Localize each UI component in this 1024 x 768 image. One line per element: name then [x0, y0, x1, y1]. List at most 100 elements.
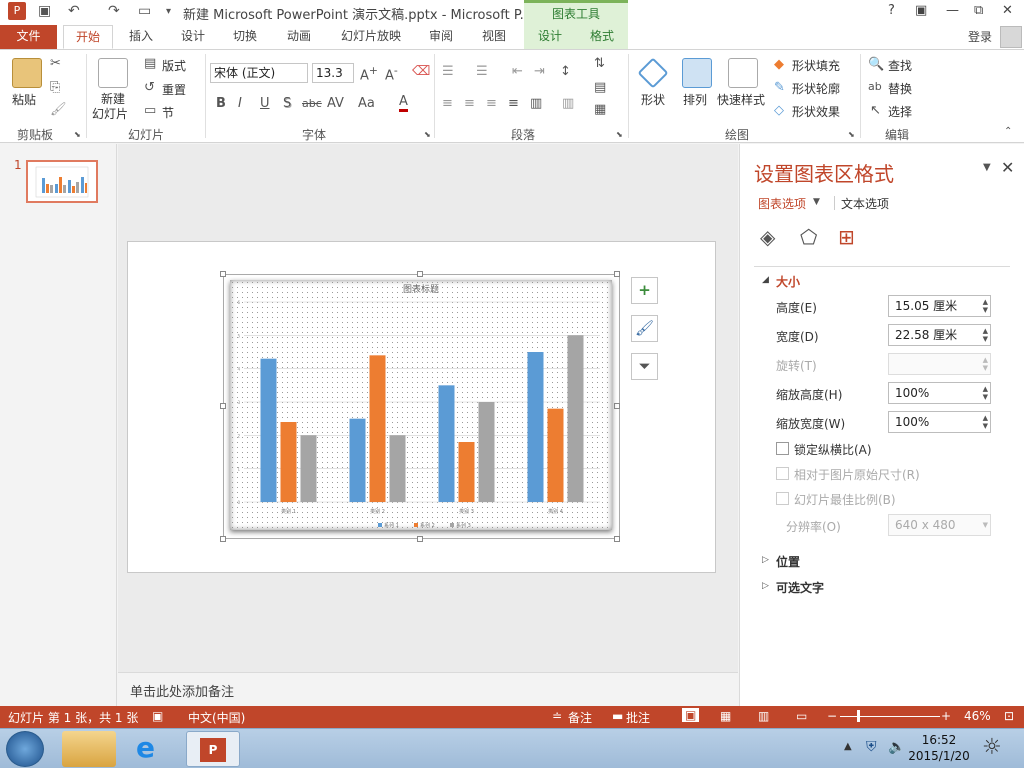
zoom-level[interactable]: 46%	[964, 709, 991, 723]
zoom-in-icon[interactable]: +	[941, 709, 951, 723]
powerpoint-logo-icon[interactable]: P	[8, 2, 26, 20]
tab-chart-options[interactable]: 图表选项	[758, 195, 806, 212]
format-painter-icon[interactable]: 🖌	[50, 102, 67, 117]
minimize-button[interactable]: —	[946, 3, 959, 18]
powerpoint-taskbar-icon[interactable]: P	[186, 731, 240, 767]
normal-view-icon[interactable]: ▣	[682, 708, 700, 722]
shapes-icon[interactable]	[637, 57, 669, 89]
tab-review[interactable]: 审阅	[420, 25, 462, 49]
spin-down-icon[interactable]: ▼	[983, 307, 988, 314]
tab-text-options[interactable]: 文本选项	[841, 195, 889, 212]
font-color-button[interactable]: A	[399, 95, 408, 112]
font-launcher-icon[interactable]: ⬊	[424, 130, 431, 139]
lock-aspect-label[interactable]: 锁定纵横比(A)	[794, 441, 872, 458]
tab-design[interactable]: 设计	[170, 25, 216, 49]
spin-up-icon[interactable]: ▲	[983, 299, 988, 306]
new-slide-icon[interactable]	[98, 58, 128, 88]
system-clock[interactable]: 16:52 2015/1/20	[904, 732, 974, 764]
quick-styles-icon[interactable]	[728, 58, 758, 88]
bold-button[interactable]: B	[216, 96, 226, 111]
resize-handle[interactable]	[614, 403, 620, 409]
avatar[interactable]	[1000, 26, 1022, 48]
shape-outline-button[interactable]: 形状轮廓	[792, 80, 840, 97]
ribbon-display-options-button[interactable]: ▣	[915, 3, 927, 18]
spin-up-icon[interactable]: ▲	[983, 415, 988, 422]
pane-close-icon[interactable]: ✕	[1001, 158, 1014, 177]
find-button[interactable]: 查找	[888, 57, 912, 74]
resize-handle[interactable]	[614, 271, 620, 277]
drawing-launcher-icon[interactable]: ⬊	[848, 130, 855, 139]
chart-area[interactable]: 图表标题 0 1 2 3 4 5 6 类别 1 类别 2 类别 3 类别 4 系列 1 系列 2 系列 3	[230, 280, 612, 530]
align-text-icon[interactable]: ▤	[594, 80, 606, 95]
chart-filters-funnel-icon[interactable]: ⏷	[631, 353, 658, 380]
file-explorer-icon[interactable]	[62, 731, 116, 767]
scale-height-input[interactable]: 100% ▲ ▼	[888, 382, 991, 404]
sign-in-link[interactable]: 登录	[968, 28, 992, 45]
reset-button[interactable]: 重置	[162, 81, 186, 98]
select-button[interactable]: 选择	[888, 103, 912, 120]
layout-button[interactable]: 版式	[162, 57, 186, 74]
distributed-icon[interactable]: ▥	[530, 96, 542, 111]
justify-icon[interactable]: ≡	[508, 96, 519, 111]
increase-font-icon[interactable]: A+	[360, 64, 378, 83]
new-slide-button[interactable]: 幻灯片	[92, 105, 128, 122]
position-section-header[interactable]: 位置	[776, 553, 800, 570]
tab-view[interactable]: 视图	[472, 25, 516, 49]
fill-line-icon[interactable]: ◈	[760, 225, 775, 249]
chart-styles-brush-icon[interactable]: 🖌	[631, 315, 658, 342]
clear-formatting-icon[interactable]: ⌫	[412, 64, 430, 79]
spin-down-icon[interactable]: ▼	[983, 423, 988, 430]
collapse-ribbon-icon[interactable]: ⌃	[1004, 126, 1012, 137]
redo-icon[interactable]: ↷	[108, 3, 120, 19]
arrange-button[interactable]: 排列	[683, 91, 707, 108]
lock-aspect-checkbox[interactable]	[776, 442, 789, 455]
slide-count-status[interactable]: 幻灯片 第 1 张，共 1 张	[8, 709, 138, 726]
character-spacing-button[interactable]: AV	[327, 96, 344, 111]
quick-styles-button[interactable]: 快速样式	[717, 91, 765, 108]
copy-icon[interactable]: ⎘	[50, 80, 60, 95]
align-right-icon[interactable]: ≡	[486, 96, 497, 111]
zoom-slider-thumb[interactable]	[857, 710, 860, 722]
close-button[interactable]: ✕	[1002, 3, 1013, 18]
shadow-button[interactable]: S	[283, 96, 291, 111]
tab-chart-format[interactable]: 格式	[576, 25, 628, 49]
tab-animations[interactable]: 动画	[276, 25, 322, 49]
zoom-slider[interactable]	[840, 716, 940, 717]
slideshow-view-icon[interactable]: ▭	[796, 709, 807, 723]
reading-view-icon[interactable]: ▥	[758, 709, 769, 723]
restore-button[interactable]: ⧉	[974, 3, 983, 18]
shapes-button[interactable]: 形状	[641, 91, 665, 108]
comments-toggle-button[interactable]: 批注	[626, 709, 650, 726]
brightness-icon[interactable]: ☼	[982, 735, 1002, 760]
italic-button[interactable]: I	[238, 96, 242, 111]
underline-button[interactable]: U	[260, 96, 270, 111]
paste-button[interactable]: 粘贴	[12, 91, 36, 108]
customize-qat-icon[interactable]: ▾	[166, 6, 171, 17]
tab-chart-design[interactable]: 设计	[524, 25, 576, 49]
size-section-collapse-icon[interactable]: ◢	[762, 275, 769, 285]
scale-width-input[interactable]: 100% ▲ ▼	[888, 411, 991, 433]
size-properties-icon[interactable]: ⊞	[838, 225, 855, 249]
help-button[interactable]: ?	[888, 3, 895, 18]
alt-text-section-expand-icon[interactable]: ▷	[762, 581, 769, 591]
spin-down-icon[interactable]: ▼	[983, 394, 988, 401]
show-hidden-icons-icon[interactable]: ▲	[844, 741, 852, 752]
start-from-beginning-icon[interactable]: ▭	[138, 3, 151, 19]
spellcheck-icon[interactable]: ▣	[152, 709, 163, 723]
text-direction-icon[interactable]: ⇅	[594, 56, 605, 71]
paragraph-launcher-icon[interactable]: ⬊	[616, 130, 623, 139]
spin-down-icon[interactable]: ▼	[983, 336, 988, 343]
numbering-icon[interactable]: ☰	[476, 64, 488, 79]
resize-handle[interactable]	[614, 536, 620, 542]
notes-pane[interactable]: 单击此处添加备注	[118, 672, 738, 706]
shape-effects-button[interactable]: 形状效果	[792, 103, 840, 120]
resize-handle[interactable]	[220, 536, 226, 542]
resize-handle[interactable]	[220, 403, 226, 409]
start-button[interactable]	[6, 731, 44, 767]
columns-icon[interactable]: ▥	[562, 96, 574, 111]
tab-file[interactable]: 文件	[0, 25, 57, 49]
width-input[interactable]: 22.58 厘米 ▲ ▼	[888, 324, 991, 346]
save-icon[interactable]: ▣	[38, 3, 51, 19]
effects-pentagon-icon[interactable]: ⬠	[800, 225, 817, 249]
arrange-icon[interactable]	[682, 58, 712, 88]
